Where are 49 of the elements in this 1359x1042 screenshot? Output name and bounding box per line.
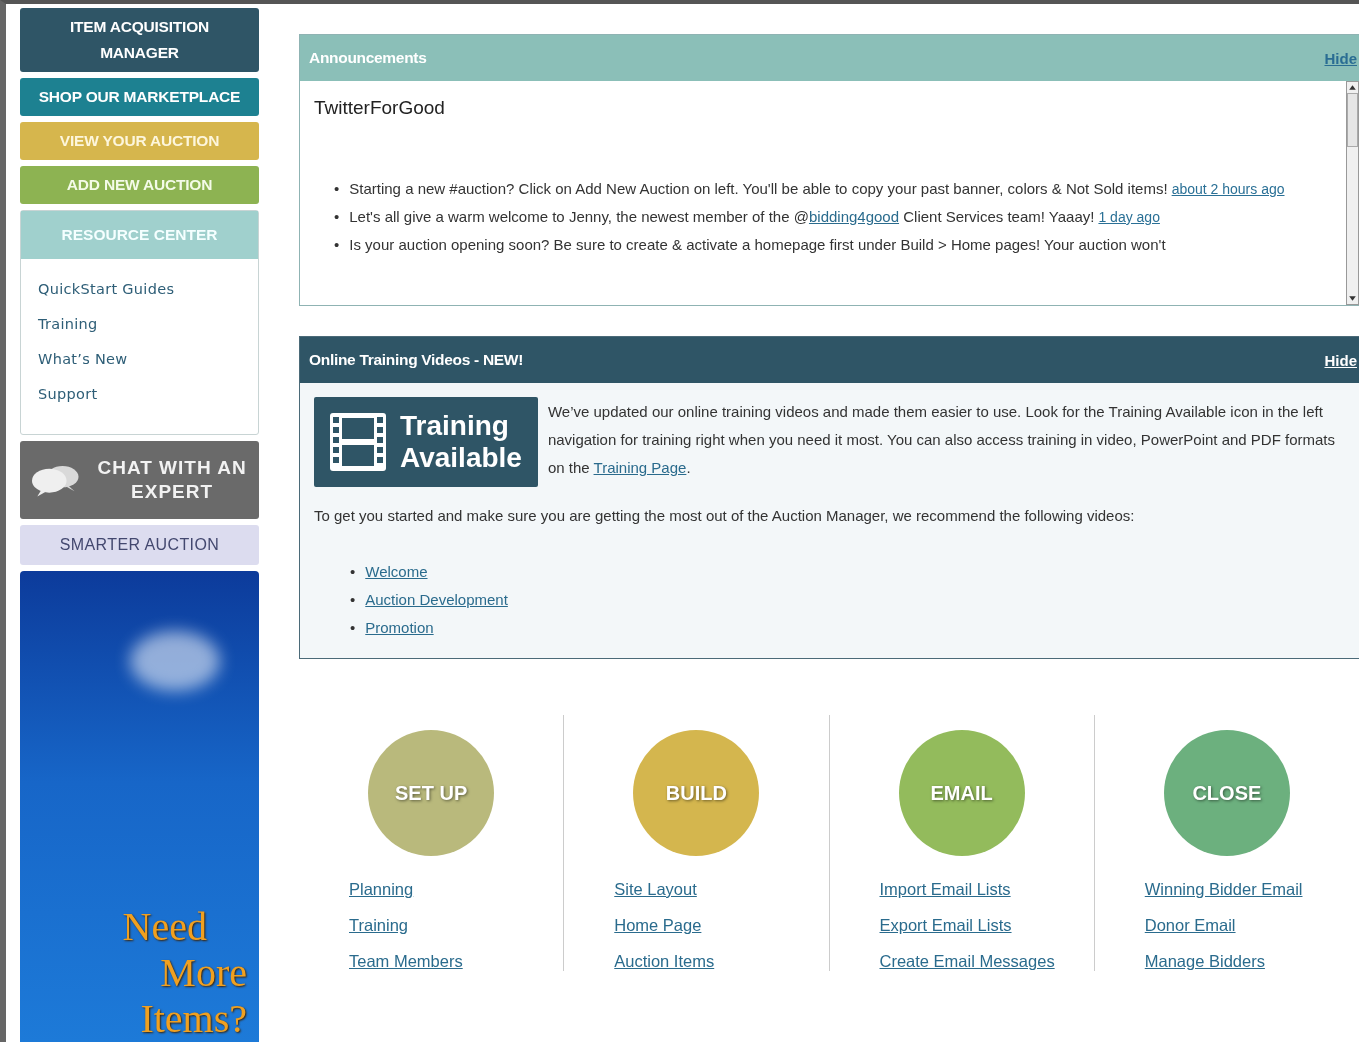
step-link[interactable]: Export Email Lists	[879, 916, 1012, 935]
sidebar-button[interactable]: ITEM ACQUISITION MANAGER	[20, 8, 259, 72]
announcement-text: Is your auction opening soon? Be sure to create & activate a homepage first under Build > Home pages! Your auction won't	[349, 236, 1166, 253]
resource-link[interactable]: What’s New	[38, 351, 128, 367]
sidebar-button[interactable]: SHOP OUR MARKETPLACE	[20, 78, 259, 116]
announcement-text: Let's all give a warm welcome to Jenny, the newest member of the @bidding4good Client Services team! Yaaay!	[349, 208, 1095, 225]
bullet: •	[334, 207, 340, 227]
scrollbar[interactable]	[1346, 81, 1359, 305]
step-link[interactable]: Manage Bidders	[1144, 952, 1265, 971]
step-link[interactable]: Auction Items	[614, 952, 715, 971]
training-page-link[interactable]: Training Page	[593, 459, 687, 476]
announcement-text: Starting a new #auction? Click on Add New Auction on left. You'll be able to copy your past banner, colors & Not Sold items!	[349, 180, 1168, 197]
bullet: •	[334, 235, 340, 255]
timestamp-link[interactable]: 1 day ago	[1098, 209, 1160, 225]
recommendation-text: To get you started and make sure you are getting the most out of the Auction Manager, we recommend the following videos:	[314, 507, 1136, 524]
chat-button[interactable]: CHAT WITH AN EXPERT	[20, 441, 259, 519]
bullet: •	[350, 562, 356, 582]
step-link[interactable]: Import Email Lists	[879, 880, 1011, 899]
banner-headline: Need More Items?	[122, 904, 248, 1042]
step-link[interactable]: Team Members	[349, 952, 463, 971]
step-link[interactable]: Home Page	[614, 916, 702, 935]
step-link[interactable]: Planning	[349, 880, 414, 899]
bullet: •	[350, 618, 356, 638]
timestamp-link[interactable]: about 2 hours ago	[1171, 181, 1285, 197]
film-strip-icon	[330, 413, 386, 471]
smarter-auction-button[interactable]: SMARTER AUCTION	[20, 525, 259, 565]
step-link[interactable]: Training	[349, 916, 408, 935]
scroll-thumb[interactable]	[1347, 93, 1358, 147]
resource-center-title: RESOURCE CENTER	[21, 211, 258, 259]
bullet: •	[334, 179, 340, 199]
panel-title: Announcements	[309, 49, 427, 67]
scroll-down-icon[interactable]	[1347, 293, 1358, 304]
bullet: •	[350, 590, 356, 610]
step-link[interactable]: Site Layout	[614, 880, 697, 899]
mention-link[interactable]: bidding4good	[808, 208, 900, 225]
training-description: We’ve updated our online training videos and made them easier to use. Look for the Training Available icon in the left navigation for training right when you need it most. You can also access training in video, PowerPoint and PDF formats on the Training Page.	[547, 402, 1337, 478]
video-link[interactable]: Auction Development	[365, 586, 508, 614]
video-link[interactable]: Promotion	[365, 614, 434, 642]
step-link[interactable]: Create Email Messages	[879, 952, 1055, 971]
resource-link[interactable]: QuickStart Guides	[38, 281, 175, 297]
feed-heading: TwitterForGood	[314, 97, 446, 119]
panel-title: Online Training Videos - NEW!	[309, 351, 524, 369]
resource-link[interactable]: Support	[38, 386, 98, 402]
hide-link[interactable]: Hide	[1324, 351, 1357, 369]
step-link[interactable]: Winning Bidder Email	[1144, 880, 1303, 899]
resource-link[interactable]: Training	[38, 316, 98, 332]
video-link[interactable]: Welcome	[365, 558, 428, 586]
training-available-badge: Training Available	[314, 397, 538, 487]
step-link[interactable]: Donor Email	[1144, 916, 1236, 935]
